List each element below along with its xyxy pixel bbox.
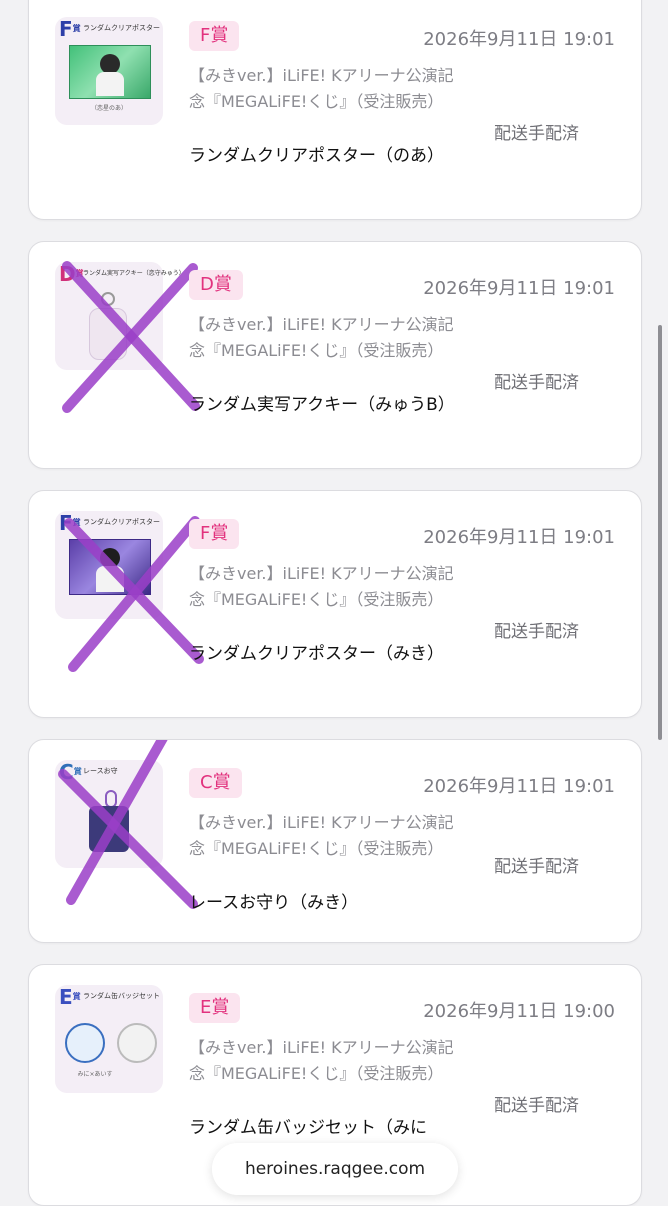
scrollbar[interactable] [658, 325, 662, 740]
lottery-description: 【みきver.】iLiFE! Kアリーナ公演記念『MEGALiFE!くじ』（受注… [189, 813, 454, 858]
lace-charm-image [89, 790, 131, 854]
order-date: 2026年9月11日 19:01 [423, 527, 615, 548]
lottery-description: 【みきver.】iLiFE! Kアリーナ公演記念『MEGALiFE!くじ』（受注… [189, 315, 454, 360]
prize-badge: F賞 [189, 21, 240, 51]
prize-code-label: F賞 [59, 17, 81, 41]
thumbnail-title: ランダムクリアポスター [83, 24, 160, 32]
item-name: レースお守り（みき） [189, 893, 359, 913]
thumbnail-title: ランダム実写アクキー（恋守みゅう） [83, 270, 185, 277]
product-thumbnail: E賞 ランダム缶バッジセット みに×あいす [55, 985, 163, 1093]
item-name: ランダム缶バッジセット（みに [189, 1118, 427, 1138]
item-name: ランダムクリアポスター（のあ） [189, 146, 444, 166]
order-date: 2026年9月11日 19:01 [423, 776, 615, 797]
lottery-description: 【みきver.】iLiFE! Kアリーナ公演記念『MEGALiFE!くじ』（受注… [189, 564, 454, 609]
prize-badge: D賞 [189, 270, 243, 300]
order-card[interactable]: F賞 ランダムクリアポスター F賞 2026年9月11日 19:01 【みきve… [28, 490, 642, 718]
badge-set-image [63, 1023, 157, 1063]
prize-code-label: D賞 [59, 262, 84, 286]
order-date: 2026年9月11日 19:01 [423, 29, 615, 50]
product-thumbnail: D賞 ランダム実写アクキー（恋守みゅう） [55, 262, 185, 370]
poster-image [69, 45, 151, 99]
prize-code-label: C賞 [59, 760, 82, 784]
thumbnail-title: ランダムクリアポスター [83, 518, 160, 526]
order-date: 2026年9月11日 19:00 [423, 1001, 615, 1022]
url-text: heroines.raqgee.com [244, 1159, 426, 1179]
prize-badge: F賞 [189, 519, 240, 549]
shipping-status: 配送手配済 [494, 1096, 579, 1116]
product-thumbnail: F賞 ランダムクリアポスター （恋星のあ） [55, 17, 163, 125]
shipping-status: 配送手配済 [494, 373, 579, 393]
item-name: ランダムクリアポスター（みき） [189, 644, 444, 664]
thumbnail-caption: （恋星のあ） [90, 105, 127, 112]
browser-url-bar[interactable]: heroines.raqgee.com [212, 1143, 458, 1195]
shipping-status: 配送手配済 [494, 622, 579, 642]
lottery-description: 【みきver.】iLiFE! Kアリーナ公演記念『MEGALiFE!くじ』（受注… [189, 1038, 454, 1083]
prize-code-label: F賞 [59, 511, 81, 535]
product-thumbnail: F賞 ランダムクリアポスター [55, 511, 163, 619]
item-name: ランダム実写アクキー（みゅうB） [189, 395, 455, 415]
acrylic-keychain-image [85, 292, 129, 362]
thumbnail-title: ランダム缶バッジセット [83, 992, 160, 1000]
poster-image [69, 539, 151, 595]
thumbnail-title: レースお守 [83, 767, 118, 775]
order-card[interactable]: D賞 ランダム実写アクキー（恋守みゅう） D賞 2026年9月11日 19:01… [28, 241, 642, 469]
order-card[interactable]: F賞 ランダムクリアポスター （恋星のあ） F賞 2026年9月11日 19:0… [28, 0, 642, 220]
prize-badge: C賞 [189, 768, 242, 798]
lottery-description: 【みきver.】iLiFE! Kアリーナ公演記念『MEGALiFE!くじ』（受注… [189, 66, 454, 111]
prize-badge: E賞 [189, 993, 241, 1023]
thumbnail-caption: みに×あいす [77, 1071, 113, 1078]
prize-code-label: E賞 [59, 985, 81, 1009]
shipping-status: 配送手配済 [494, 124, 579, 144]
shipping-status: 配送手配済 [494, 857, 579, 877]
order-date: 2026年9月11日 19:01 [423, 278, 615, 299]
order-card[interactable]: C賞 レースお守 C賞 2026年9月11日 19:01 【みきver.】iLi… [28, 739, 642, 943]
product-thumbnail: C賞 レースお守 [55, 760, 163, 868]
